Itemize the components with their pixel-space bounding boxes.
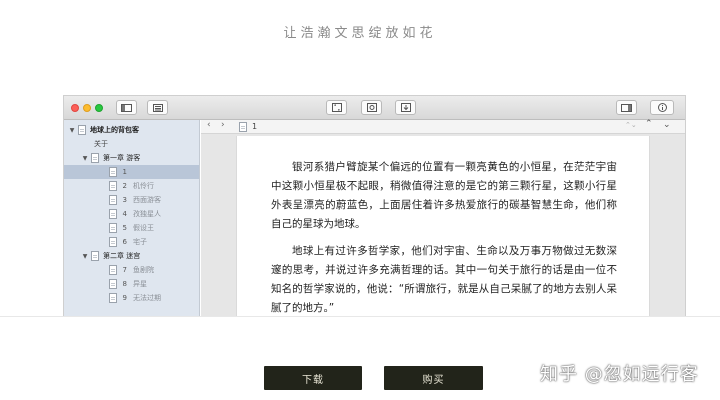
download-button-toolbar[interactable] — [395, 100, 416, 115]
page: 让浩瀚文思绽放如花 ▼ 地球上的背包客 关于 ▼ 第一章 游客 1 2 机伶行 … — [0, 0, 720, 400]
document-icon — [109, 293, 117, 303]
compile-icon — [366, 103, 377, 112]
outline-icon — [152, 103, 163, 112]
binder-item-number: 2 — [122, 182, 127, 190]
document-icon — [78, 125, 86, 135]
download-icon — [400, 103, 411, 112]
document-icon — [239, 122, 247, 132]
binder-item-label: 关于 — [94, 140, 108, 148]
document-icon — [109, 167, 117, 177]
inspector-icon — [621, 103, 632, 112]
fullscreen-icon — [331, 103, 342, 112]
binder-item-number: 1 — [122, 168, 127, 176]
binder-item-number: 9 — [122, 294, 127, 302]
section-divider — [0, 316, 720, 317]
binder-item-9[interactable]: 9 无法过期 — [64, 291, 199, 305]
close-window-button[interactable] — [71, 104, 79, 112]
binder-item-label: 第二章 迷宫 — [103, 252, 141, 260]
folder-icon — [91, 153, 99, 163]
expand-triangle-icon[interactable]: ▼ — [81, 253, 89, 260]
back-arrow-icon[interactable]: ‹ — [207, 120, 211, 130]
binder-item-3[interactable]: 3 西面游客 — [64, 193, 199, 207]
editor-navbar: ‹ › 1 ⌃⌄ ⌃ ⌄ — [201, 119, 685, 134]
binder-item-number: 6 — [122, 238, 127, 246]
forward-arrow-icon[interactable]: › — [221, 120, 225, 130]
info-icon — [657, 103, 667, 112]
zoom-window-button[interactable] — [95, 104, 103, 112]
folder-icon — [91, 251, 99, 261]
binder-item-label: 宅子 — [133, 238, 147, 246]
tagline: 让浩瀚文思绽放如花 — [283, 26, 437, 41]
binder-item-label: 机伶行 — [133, 182, 154, 190]
download-button[interactable]: 下载 — [264, 366, 362, 390]
minimize-window-button[interactable] — [83, 104, 91, 112]
binder-item-1[interactable]: 1 — [64, 165, 199, 179]
document-icon — [109, 265, 117, 275]
binder-item-5[interactable]: 5 假设王 — [64, 221, 199, 235]
binder-item-number: 5 — [122, 224, 127, 232]
binder-item-label: 西面游客 — [133, 196, 161, 204]
editor-paragraph[interactable]: 地球上有过许多哲学家，他们对宇宙、生命以及万事万物做过无数深邃的思考，并说过许多… — [271, 242, 617, 317]
binder-item-label: 假设王 — [133, 224, 154, 232]
next-doc-arrow-icon[interactable]: ⌄ — [663, 120, 671, 130]
document-icon — [109, 223, 117, 233]
binder-item-number: 3 — [122, 196, 127, 204]
compile-button[interactable] — [361, 100, 382, 115]
expand-triangle-icon[interactable]: ▼ — [68, 127, 76, 134]
document-icon — [109, 237, 117, 247]
split-icon[interactable]: ⌃⌄ — [625, 121, 637, 129]
binder-item-number: 8 — [122, 280, 127, 288]
fullscreen-button[interactable] — [326, 100, 347, 115]
document-icon — [109, 279, 117, 289]
binder-item-number: 7 — [122, 266, 127, 274]
editor-paragraph[interactable]: 银河系猎户臂旋某个偏远的位置有一颗亮黄色的小恒星，在茫茫宇宙中这颗小恒星极不起眼… — [271, 158, 617, 234]
binder-item-label: 孜独星人 — [133, 210, 161, 218]
binder-item-label: 无法过期 — [133, 294, 161, 302]
binder-sidebar: ▼ 地球上的背包客 关于 ▼ 第一章 游客 1 2 机伶行 3 西面游客 4 孜… — [64, 120, 200, 317]
watermark: 知乎 @忽如远行客 — [540, 364, 699, 385]
sidebar-toggle-button[interactable] — [116, 100, 137, 115]
inspector-button[interactable] — [616, 100, 637, 115]
document-icon — [109, 181, 117, 191]
outline-button[interactable] — [147, 100, 168, 115]
binder-root[interactable]: ▼ 地球上的背包客 — [64, 123, 199, 137]
binder-folder-chapter1[interactable]: ▼ 第一章 游客 — [64, 151, 199, 165]
binder-item-4[interactable]: 4 孜独星人 — [64, 207, 199, 221]
buy-button[interactable]: 购买 — [384, 366, 483, 390]
binder-root-label: 地球上的背包客 — [90, 126, 139, 134]
binder-item-6[interactable]: 6 宅子 — [64, 235, 199, 249]
editor-doc-title: 1 — [252, 122, 258, 131]
document-icon — [109, 195, 117, 205]
app-window: ▼ 地球上的背包客 关于 ▼ 第一章 游客 1 2 机伶行 3 西面游客 4 孜… — [63, 95, 686, 317]
previous-doc-arrow-icon[interactable]: ⌃ — [645, 119, 653, 129]
binder-item-label: 鱼剧院 — [133, 266, 154, 274]
binder-item-2[interactable]: 2 机伶行 — [64, 179, 199, 193]
binder-item-number: 4 — [122, 210, 127, 218]
binder-item-label: 异星 — [133, 280, 147, 288]
binder-item-label: 第一章 游客 — [103, 154, 141, 162]
info-button[interactable] — [650, 100, 674, 115]
expand-triangle-icon[interactable]: ▼ — [81, 155, 89, 162]
binder-item-7[interactable]: 7 鱼剧院 — [64, 263, 199, 277]
binder-folder-chapter2[interactable]: ▼ 第二章 迷宫 — [64, 249, 199, 263]
document-icon — [109, 209, 117, 219]
sidebar-toggle-icon — [121, 103, 132, 112]
window-toolbar — [64, 96, 685, 120]
binder-item-8[interactable]: 8 异星 — [64, 277, 199, 291]
editor-page[interactable]: 银河系猎户臂旋某个偏远的位置有一颗亮黄色的小恒星，在茫茫宇宙中这颗小恒星极不起眼… — [236, 136, 650, 317]
binder-item-about[interactable]: 关于 — [64, 137, 199, 151]
